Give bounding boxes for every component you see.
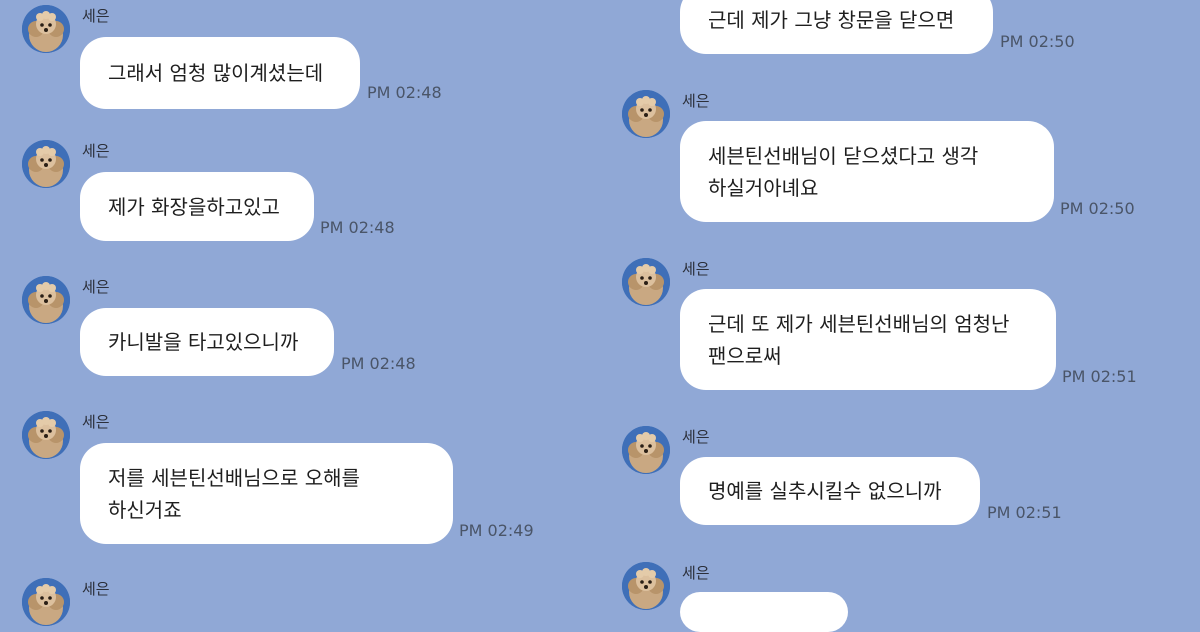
message-text: 저를 세븐틴선배님으로 오해를 (108, 465, 360, 490)
message-text: 근데 또 제가 세븐틴선배님의 엄청난 (708, 311, 1010, 336)
avatar[interactable] (22, 276, 70, 324)
message-time: PM 02:50 (1000, 32, 1075, 51)
message-bubble[interactable]: 제가 화장을하고있고 (80, 172, 314, 241)
message-text: 제가 화장을하고있고 (108, 194, 280, 219)
message-bubble[interactable]: 카니발을 타고있으니까 (80, 308, 334, 376)
chat-column-right: 근데 제가 그냥 창문을 닫으면 PM 02:50 세은 세븐틴선배님이 닫으셨… (600, 0, 1200, 632)
message-time: PM 02:48 (367, 83, 442, 102)
message-time: PM 02:51 (1062, 367, 1137, 386)
avatar[interactable] (622, 258, 670, 306)
message-time: PM 02:49 (459, 521, 534, 540)
sender-name: 세은 (82, 142, 110, 160)
avatar[interactable] (622, 426, 670, 474)
message-bubble[interactable]: 근데 또 제가 세븐틴선배님의 엄청난 팬으로써 (680, 289, 1056, 390)
chat-column-left: 세은 그래서 엄청 많이계셨는데 PM 02:48 세은 제가 화장을하고있고 … (0, 0, 600, 626)
message-text: 그래서 엄청 많이계셨는데 (108, 61, 324, 85)
sender-name: 세은 (682, 564, 710, 582)
message-text: 하신거죠 (108, 497, 182, 522)
message-text: 하실거아녜요 (708, 175, 819, 200)
sender-name: 세은 (682, 428, 710, 446)
sender-name: 세은 (82, 7, 110, 25)
message-bubble[interactable] (680, 592, 848, 632)
message-bubble[interactable]: 명예를 실추시킬수 없으니까 (680, 457, 980, 525)
sender-name: 세은 (82, 413, 110, 431)
message-time: PM 02:48 (320, 218, 395, 237)
message-bubble[interactable]: 근데 제가 그냥 창문을 닫으면 (680, 0, 993, 54)
avatar[interactable] (622, 562, 670, 610)
message-text: 카니발을 타고있으니까 (108, 330, 299, 354)
message-time: PM 02:50 (1060, 199, 1135, 218)
message-text: 세븐틴선배님이 닫으셨다고 생각 (708, 143, 979, 168)
message-bubble[interactable]: 저를 세븐틴선배님으로 오해를 하신거죠 (80, 443, 453, 544)
message-text: 근데 제가 그냥 창문을 닫으면 (708, 8, 955, 32)
avatar[interactable] (22, 411, 70, 459)
avatar[interactable] (622, 90, 670, 138)
message-text: 명예를 실추시킬수 없으니까 (708, 479, 942, 503)
avatar[interactable] (22, 140, 70, 188)
message-bubble[interactable]: 그래서 엄청 많이계셨는데 (80, 37, 360, 109)
message-time: PM 02:48 (341, 354, 416, 373)
message-text: 팬으로써 (708, 343, 782, 368)
sender-name: 세은 (682, 260, 710, 278)
message-bubble[interactable]: 세븐틴선배님이 닫으셨다고 생각 하실거아녜요 (680, 121, 1054, 222)
avatar[interactable] (22, 5, 70, 53)
avatar[interactable] (22, 578, 70, 626)
sender-name: 세은 (682, 92, 710, 110)
message-time: PM 02:51 (987, 503, 1062, 522)
sender-name: 세은 (82, 278, 110, 296)
sender-name: 세은 (82, 580, 110, 598)
